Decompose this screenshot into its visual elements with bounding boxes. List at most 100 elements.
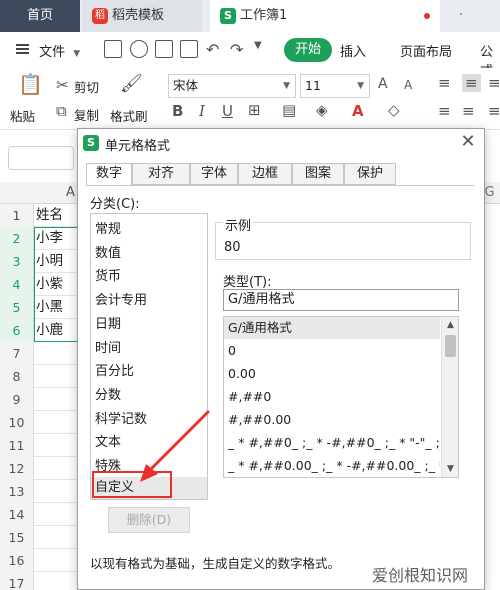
align-top-icon[interactable]: ≡ bbox=[438, 74, 451, 92]
row-number[interactable]: 10 bbox=[0, 411, 34, 434]
format-item[interactable]: _ * #,##0.00_ ;_ * -#,##0.00_ ;_ * "-"??… bbox=[224, 455, 440, 477]
menu-file[interactable]: 文件 ▼ bbox=[16, 41, 80, 60]
clear-format-icon[interactable]: ◇ bbox=[388, 101, 400, 119]
format-item[interactable]: G/通用格式 bbox=[224, 317, 440, 339]
align-center-icon[interactable]: ≡ bbox=[462, 102, 475, 120]
undo-icon[interactable]: ↶ bbox=[206, 40, 219, 59]
column-header-a[interactable]: A bbox=[0, 182, 80, 204]
format-painter-icon[interactable]: 🖌 bbox=[120, 73, 143, 94]
scissors-icon[interactable]: ✂ bbox=[56, 76, 69, 94]
menu-start-button[interactable]: 开始 bbox=[284, 38, 332, 62]
cell-a[interactable]: 姓名 bbox=[36, 204, 63, 227]
font-size-select[interactable]: 11 ▼ bbox=[300, 74, 370, 98]
category-item[interactable]: 时间 bbox=[95, 337, 121, 356]
row-number[interactable]: 7 bbox=[0, 342, 34, 365]
menu-insert[interactable]: 插入 bbox=[340, 41, 366, 60]
format-list-scrollbar[interactable]: ▲ ▼ bbox=[441, 317, 458, 477]
scroll-thumb[interactable] bbox=[445, 335, 456, 357]
save-icon[interactable] bbox=[104, 40, 122, 58]
table-row[interactable]: 15 bbox=[0, 526, 80, 549]
italic-button[interactable]: I bbox=[199, 102, 205, 120]
dialog-title-bar[interactable]: S 单元格格式 ✕ bbox=[78, 129, 484, 157]
print-icon[interactable] bbox=[155, 40, 173, 58]
table-row[interactable]: 13 bbox=[0, 480, 80, 503]
format-item[interactable]: _ * #,##0_ ;_ * -#,##0_ ;_ * "-"_ ;_ @_ bbox=[224, 432, 440, 454]
row-number[interactable]: 15 bbox=[0, 526, 34, 549]
table-row[interactable]: 10 bbox=[0, 411, 80, 434]
format-list[interactable]: G/通用格式 0 0.00 #,##0 #,##0.00 _ * #,##0_ ;_ * … bbox=[223, 316, 459, 478]
align-right-icon[interactable]: ≡ bbox=[488, 102, 500, 120]
row-number[interactable]: 14 bbox=[0, 503, 34, 526]
format-item[interactable]: 0 bbox=[224, 340, 440, 362]
scroll-up-icon[interactable]: ▲ bbox=[442, 317, 458, 333]
close-icon[interactable]: ✕ bbox=[458, 132, 478, 152]
category-list[interactable]: 常规 数值 货币 会计专用 日期 时间 百分比 分数 科学记数 文本 特殊 自定义 bbox=[90, 213, 208, 500]
table-row[interactable]: 1 姓名 bbox=[0, 204, 80, 227]
border-icon[interactable]: ⊞ bbox=[248, 101, 261, 119]
table-row[interactable]: 14 bbox=[0, 503, 80, 526]
redo-icon[interactable]: ↷ bbox=[230, 40, 243, 59]
row-number[interactable]: 16 bbox=[0, 549, 34, 572]
row-number[interactable]: 1 bbox=[0, 204, 34, 227]
underline-button[interactable]: U bbox=[222, 102, 233, 120]
category-item[interactable]: 数值 bbox=[95, 242, 121, 261]
tab-font[interactable]: 字体 bbox=[190, 163, 238, 185]
scroll-down-icon[interactable]: ▼ bbox=[442, 461, 458, 477]
table-row[interactable]: 8 bbox=[0, 365, 80, 388]
name-box[interactable] bbox=[8, 146, 74, 170]
row-number[interactable]: 11 bbox=[0, 434, 34, 457]
table-row[interactable]: 17 bbox=[0, 572, 80, 590]
tab-workbook[interactable]: S 工作簿1 bbox=[210, 0, 440, 32]
row-number[interactable]: 6 bbox=[0, 319, 34, 342]
format-item[interactable]: #,##0.00 bbox=[224, 409, 440, 431]
table-row[interactable]: 12 bbox=[0, 457, 80, 480]
delete-button[interactable]: 删除(D) bbox=[108, 507, 190, 533]
paste-button[interactable]: 粘贴 bbox=[10, 106, 35, 125]
category-item[interactable]: 分数 bbox=[95, 384, 121, 403]
row-number[interactable]: 17 bbox=[0, 572, 34, 590]
copy-icon[interactable]: ⧉ bbox=[56, 102, 67, 120]
tab-number[interactable]: 数字 bbox=[86, 163, 132, 186]
font-name-select[interactable]: 宋体 ▼ bbox=[168, 74, 296, 98]
shrink-font-icon[interactable]: A bbox=[404, 78, 412, 92]
format-item[interactable]: 0.00 bbox=[224, 363, 440, 385]
row-number[interactable]: 5 bbox=[0, 296, 34, 319]
table-row[interactable]: 16 bbox=[0, 549, 80, 572]
category-item[interactable]: 货币 bbox=[95, 265, 121, 284]
fill-color-icon[interactable]: ◈ bbox=[316, 101, 328, 119]
menu-page-layout[interactable]: 页面布局 bbox=[400, 41, 452, 60]
category-item[interactable]: 日期 bbox=[95, 313, 121, 332]
cut-button[interactable]: 剪切 bbox=[74, 77, 99, 96]
category-item[interactable]: 会计专用 bbox=[95, 289, 147, 308]
type-input[interactable]: G/通用格式 bbox=[223, 289, 459, 311]
cell-style-icon[interactable]: ▤ bbox=[282, 101, 296, 119]
category-item[interactable]: 常规 bbox=[95, 218, 121, 237]
format-item[interactable]: #,##0 bbox=[224, 386, 440, 408]
row-number[interactable]: 2 bbox=[0, 227, 34, 250]
tab-alignment[interactable]: 对齐 bbox=[132, 163, 190, 185]
align-left-icon[interactable]: ≡ bbox=[438, 102, 451, 120]
row-number[interactable]: 12 bbox=[0, 457, 34, 480]
row-number[interactable]: 13 bbox=[0, 480, 34, 503]
copy-button[interactable]: 复制 bbox=[74, 105, 99, 124]
tab-more-button[interactable]: · bbox=[446, 0, 476, 32]
export-pdf-icon[interactable] bbox=[130, 40, 148, 58]
font-color-icon[interactable]: A bbox=[352, 102, 364, 120]
tab-home[interactable]: 首页 bbox=[0, 0, 80, 32]
table-row[interactable]: 11 bbox=[0, 434, 80, 457]
category-item[interactable]: 文本 bbox=[95, 431, 121, 450]
quick-access-dropdown-icon[interactable]: ▼ bbox=[254, 40, 262, 51]
print-preview-icon[interactable] bbox=[180, 40, 198, 58]
table-row[interactable]: 9 bbox=[0, 388, 80, 411]
table-row[interactable]: 7 bbox=[0, 342, 80, 365]
format-painter-button[interactable]: 格式刷 bbox=[110, 106, 148, 125]
row-number[interactable]: 8 bbox=[0, 365, 34, 388]
grow-font-icon[interactable]: A bbox=[378, 76, 388, 92]
bold-button[interactable]: B bbox=[172, 102, 183, 120]
row-number[interactable]: 4 bbox=[0, 273, 34, 296]
row-number[interactable]: 3 bbox=[0, 250, 34, 273]
tab-protection[interactable]: 保护 bbox=[344, 163, 396, 185]
paste-icon[interactable]: 📋 bbox=[18, 72, 43, 96]
align-bottom-icon[interactable]: ≡ bbox=[488, 74, 500, 92]
tab-pattern[interactable]: 图案 bbox=[292, 163, 344, 185]
